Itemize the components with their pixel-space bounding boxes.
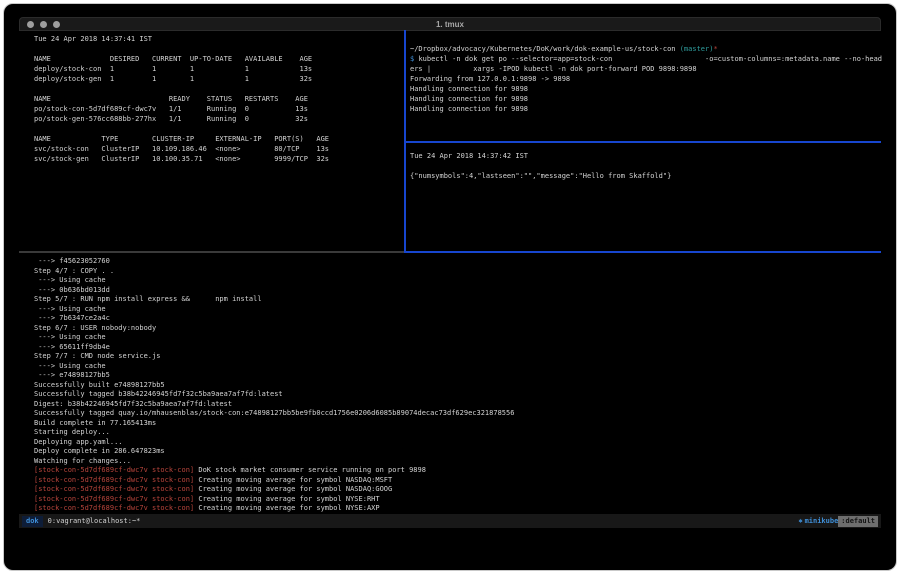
terminal-line: Handling connection for 9898 bbox=[410, 84, 882, 94]
pane-divider-right-horizontal[interactable] bbox=[404, 141, 881, 143]
pane-kubectl-watch[interactable]: Tue 24 Apr 2018 14:37:41 IST NAME DESIRE… bbox=[34, 32, 402, 253]
terminal-line: Watching for changes... bbox=[34, 457, 879, 467]
terminal-line: ers | xargs -IPOD kubectl -n dok port-fo… bbox=[410, 64, 882, 74]
terminal-line: NAME TYPE CLUSTER-IP EXTERNAL-IP PORT(S)… bbox=[34, 134, 402, 144]
zoom-button[interactable] bbox=[53, 21, 60, 28]
tmux-status-bar: dok 0:vagrant@localhost:~* ⎈ minikube :d… bbox=[19, 514, 881, 528]
terminal-line: svc/stock-con ClusterIP 10.109.186.46 <n… bbox=[34, 144, 402, 154]
terminal-line: Successfully built e74898127bb5 bbox=[34, 381, 879, 391]
window-label[interactable]: 0:vagrant@localhost:~* bbox=[48, 517, 141, 525]
terminal-line: ---> 7b6347ce2a4c bbox=[34, 314, 879, 324]
terminal-line: Build complete in 77.165413ms bbox=[34, 419, 879, 429]
terminal-line: Deploy complete in 286.647823ms bbox=[34, 447, 879, 457]
terminal-line: [stock-con-5d7df689cf-dwc7v stock-con] C… bbox=[34, 504, 879, 514]
kubernetes-helm-icon: ⎈ bbox=[798, 517, 802, 525]
terminal-window: 1. tmux Tue 24 Apr 2018 14:37:41 IST NAM… bbox=[3, 3, 897, 571]
terminal-line: Tue 24 Apr 2018 14:37:42 IST bbox=[410, 151, 882, 161]
pane-port-forward[interactable]: ~/Dropbox/advocacy/Kubernetes/DoK/work/d… bbox=[410, 32, 882, 152]
terminal-line: po/stock-con-5d7df689cf-dwc7v 1/1 Runnin… bbox=[34, 104, 402, 114]
terminal-line: ---> Using cache bbox=[34, 276, 879, 286]
terminal-line: ---> 65611ff9db4e bbox=[34, 343, 879, 353]
terminal-line: NAME READY STATUS RESTARTS AGE bbox=[34, 94, 402, 104]
terminal-line: NAME DESIRED CURRENT UP-TO-DATE AVAILABL… bbox=[34, 54, 402, 64]
window-titlebar[interactable]: 1. tmux bbox=[19, 17, 881, 31]
terminal-line: $ kubectl -n dok get po --selector=app=s… bbox=[410, 54, 882, 64]
terminal-line: Forwarding from 127.0.0.1:9898 -> 9898 bbox=[410, 74, 882, 84]
terminal-line: Deploying app.yaml... bbox=[34, 438, 879, 448]
terminal-line: Step 5/7 : RUN npm install express && np… bbox=[34, 295, 879, 305]
terminal-line: deploy/stock-gen 1 1 1 1 32s bbox=[34, 74, 402, 84]
desktop-background: { "window": { "title": "1. tmux" }, "col… bbox=[0, 0, 900, 574]
terminal-line bbox=[34, 124, 402, 134]
pane-curl-output[interactable]: Tue 24 Apr 2018 14:37:42 IST {"numsymbol… bbox=[410, 145, 882, 255]
terminal-line: Starting deploy... bbox=[34, 428, 879, 438]
terminal-line: Successfully tagged b38b42246945fd7f32c5… bbox=[34, 390, 879, 400]
terminal-line: Step 6/7 : USER nobody:nobody bbox=[34, 324, 879, 334]
terminal-line: svc/stock-gen ClusterIP 10.100.35.71 <no… bbox=[34, 154, 402, 164]
terminal-line: Digest: b38b42246945fd7f32c5ba9aea7af7fd… bbox=[34, 400, 879, 410]
terminal-line: ---> f45623052760 bbox=[34, 257, 879, 267]
terminal-line: deploy/stock-con 1 1 1 1 13s bbox=[34, 64, 402, 74]
terminal-line: ---> Using cache bbox=[34, 305, 879, 315]
pane-skaffold-log[interactable]: ---> f45623052760Step 4/7 : COPY . . ---… bbox=[34, 255, 879, 515]
kube-context-label: minikube bbox=[805, 517, 839, 525]
terminal-line bbox=[34, 84, 402, 94]
terminal-line: Handling connection for 9898 bbox=[410, 94, 882, 104]
terminal-line bbox=[410, 161, 882, 171]
terminal-line: [stock-con-5d7df689cf-dwc7v stock-con] C… bbox=[34, 495, 879, 505]
minimize-button[interactable] bbox=[40, 21, 47, 28]
status-right: ⎈ minikube :default bbox=[798, 516, 878, 527]
terminal-line: ~/Dropbox/advocacy/Kubernetes/DoK/work/d… bbox=[410, 44, 882, 54]
window-title: 1. tmux bbox=[20, 20, 880, 29]
terminal-line: po/stock-gen-576cc688bb-277hx 1/1 Runnin… bbox=[34, 114, 402, 124]
terminal-line: Step 4/7 : COPY . . bbox=[34, 267, 879, 277]
pane-divider-bottom-right[interactable] bbox=[404, 251, 881, 253]
window-controls bbox=[27, 21, 60, 28]
terminal-line bbox=[34, 44, 402, 54]
terminal-line: [stock-con-5d7df689cf-dwc7v stock-con] C… bbox=[34, 476, 879, 486]
terminal-line: ---> Using cache bbox=[34, 333, 879, 343]
session-name-badge[interactable]: dok bbox=[22, 516, 43, 527]
terminal-line: {"numsymbols":4,"lastseen":"","message":… bbox=[410, 171, 882, 181]
terminal-line: Step 7/7 : CMD node service.js bbox=[34, 352, 879, 362]
terminal-line: ---> e74898127bb5 bbox=[34, 371, 879, 381]
terminal-line: Handling connection for 9898 bbox=[410, 104, 882, 114]
pane-divider-bottom-left[interactable] bbox=[19, 251, 404, 253]
kube-namespace-badge: :default bbox=[838, 516, 878, 527]
terminal-line: Successfully tagged quay.io/mhausenblas/… bbox=[34, 409, 879, 419]
terminal-line: Tue 24 Apr 2018 14:37:41 IST bbox=[34, 34, 402, 44]
close-button[interactable] bbox=[27, 21, 34, 28]
terminal-line: [stock-con-5d7df689cf-dwc7v stock-con] C… bbox=[34, 485, 879, 495]
terminal-line: ---> 0b636bd013dd bbox=[34, 286, 879, 296]
terminal-line: ---> Using cache bbox=[34, 362, 879, 372]
terminal-line: [stock-con-5d7df689cf-dwc7v stock-con] D… bbox=[34, 466, 879, 476]
